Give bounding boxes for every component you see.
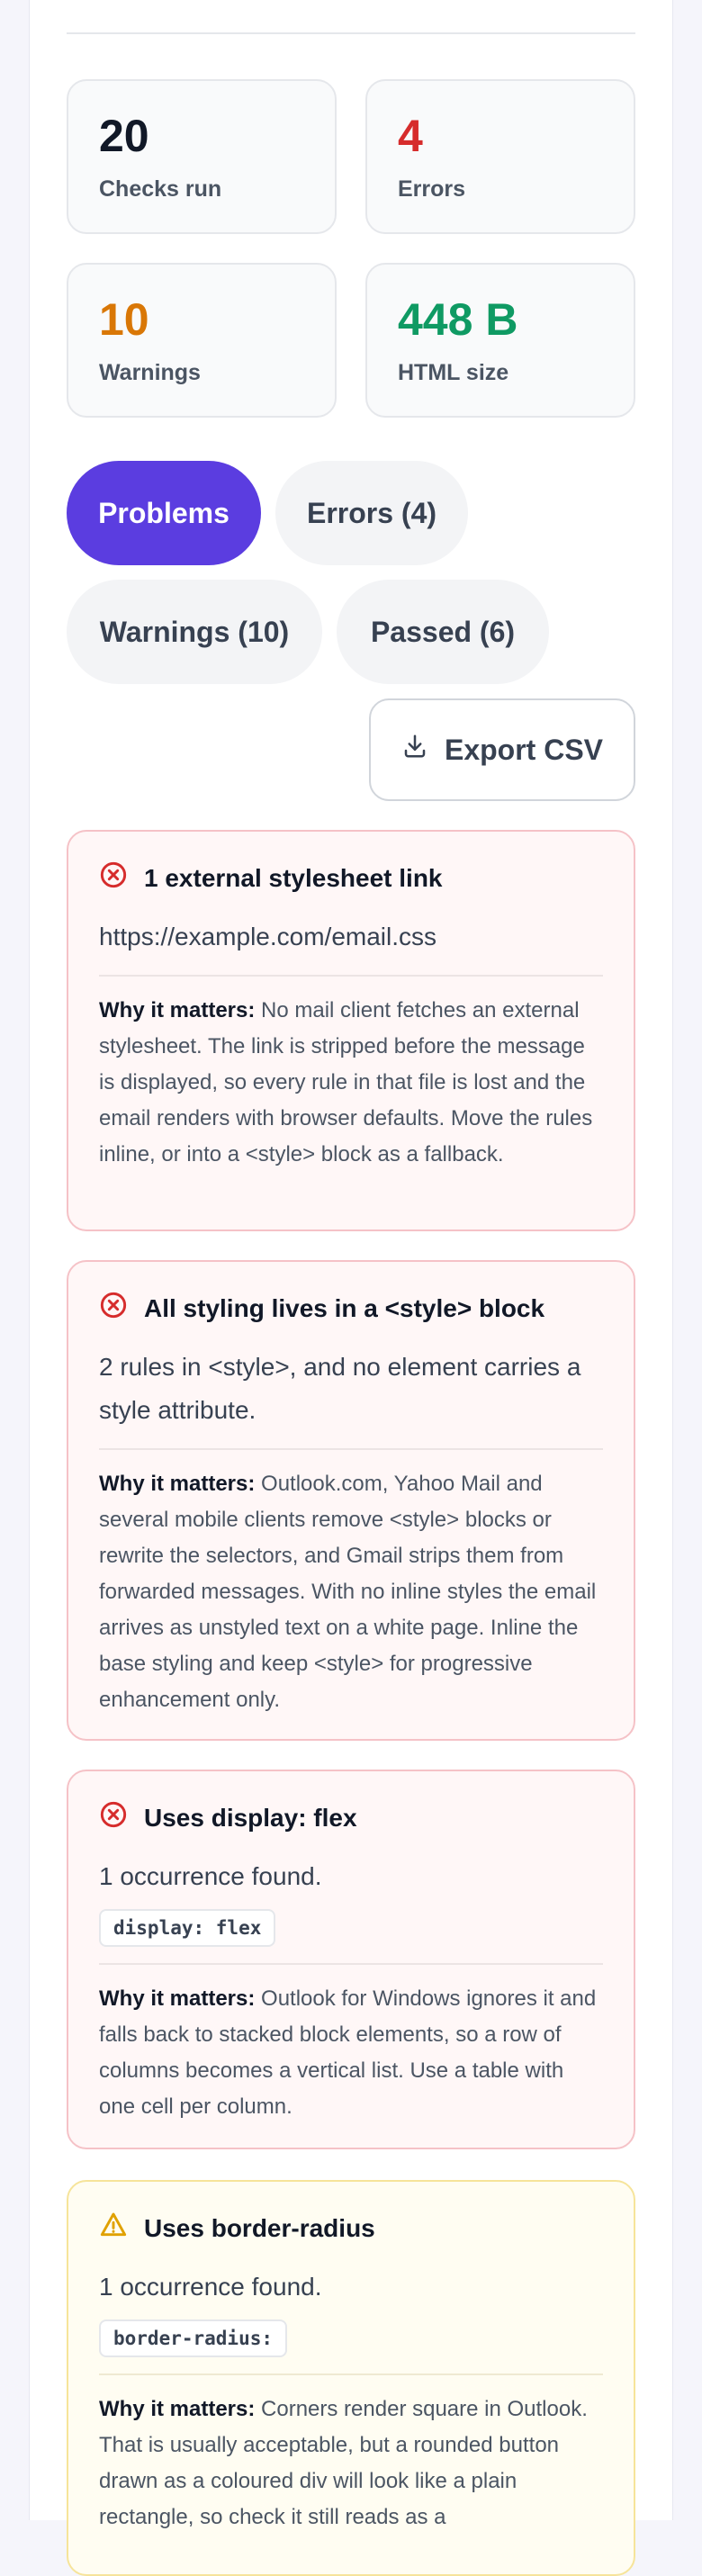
stat-value: 20 bbox=[99, 111, 149, 161]
divider bbox=[99, 1963, 603, 1965]
top-divider bbox=[67, 32, 635, 34]
filter-passed[interactable]: Passed (6) bbox=[337, 580, 549, 684]
stat-label: Errors bbox=[398, 176, 466, 202]
issue-title: Uses border-radius bbox=[144, 2213, 375, 2242]
why-label: Why it matters: bbox=[99, 1986, 256, 2011]
code-snippet: border-radius: bbox=[99, 2319, 288, 2357]
stat-label: HTML size bbox=[398, 360, 509, 385]
issue-detail: 1 occurrence found. bbox=[99, 1862, 322, 1890]
issue-why: Why it matters: Outlook for Windows igno… bbox=[99, 1981, 603, 2125]
download-icon bbox=[401, 733, 428, 767]
issue-card-external-stylesheet: 1 external stylesheet link https://examp… bbox=[67, 830, 635, 1231]
issue-card-style-block: All styling lives in a <style> block 2 r… bbox=[67, 1260, 635, 1741]
issue-detail: 1 occurrence found. bbox=[99, 2273, 322, 2301]
stat-errors: 4 Errors bbox=[365, 79, 635, 234]
issue-detail: 2 rules in <style>, and no element carri… bbox=[99, 1353, 581, 1424]
divider bbox=[99, 2373, 603, 2375]
issue-why: Why it matters: No mail client fetches a… bbox=[99, 993, 603, 1173]
warning-triangle-icon bbox=[99, 2211, 128, 2246]
stat-checks-run: 20 Checks run bbox=[67, 79, 337, 234]
issue-why: Why it matters: Outlook.com, Yahoo Mail … bbox=[99, 1466, 603, 1718]
divider bbox=[99, 975, 603, 977]
error-circle-icon bbox=[99, 1800, 128, 1835]
error-circle-icon bbox=[99, 860, 128, 896]
issue-why: Why it matters: Corners render square in… bbox=[99, 2391, 603, 2535]
stat-warnings: 10 Warnings bbox=[67, 263, 337, 418]
issue-why-text: Outlook.com, Yahoo Mail and several mobi… bbox=[99, 1472, 597, 1712]
issue-title: Uses display: flex bbox=[144, 1803, 357, 1832]
stat-label: Checks run bbox=[99, 176, 222, 202]
export-csv-label: Export CSV bbox=[444, 733, 604, 766]
issue-title: 1 external stylesheet link bbox=[144, 863, 443, 892]
why-label: Why it matters: bbox=[99, 2397, 256, 2421]
issue-why-text: No mail client fetches an external style… bbox=[99, 998, 593, 1166]
why-label: Why it matters: bbox=[99, 998, 256, 1022]
issue-card-border-radius: Uses border-radius 1 occurrence found. b… bbox=[67, 2180, 635, 2576]
stat-label: Warnings bbox=[99, 360, 201, 385]
stat-value: 448 B bbox=[398, 294, 518, 345]
stat-value: 10 bbox=[99, 294, 149, 345]
divider bbox=[99, 1448, 603, 1450]
filter-warnings[interactable]: Warnings (10) bbox=[67, 580, 322, 684]
error-circle-icon bbox=[99, 1291, 128, 1326]
issue-card-display-flex: Uses display: flex 1 occurrence found. d… bbox=[67, 1770, 635, 2149]
issue-detail: https://example.com/email.css bbox=[99, 923, 437, 950]
stat-value: 4 bbox=[398, 111, 423, 161]
why-label: Why it matters: bbox=[99, 1472, 256, 1496]
stat-html-size: 448 B HTML size bbox=[365, 263, 635, 418]
issue-title: All styling lives in a <style> block bbox=[144, 1293, 545, 1322]
filter-errors[interactable]: Errors (4) bbox=[275, 461, 468, 565]
export-csv-button[interactable]: Export CSV bbox=[369, 698, 635, 801]
code-snippet: display: flex bbox=[99, 1909, 276, 1947]
filter-problems[interactable]: Problems bbox=[67, 461, 261, 565]
